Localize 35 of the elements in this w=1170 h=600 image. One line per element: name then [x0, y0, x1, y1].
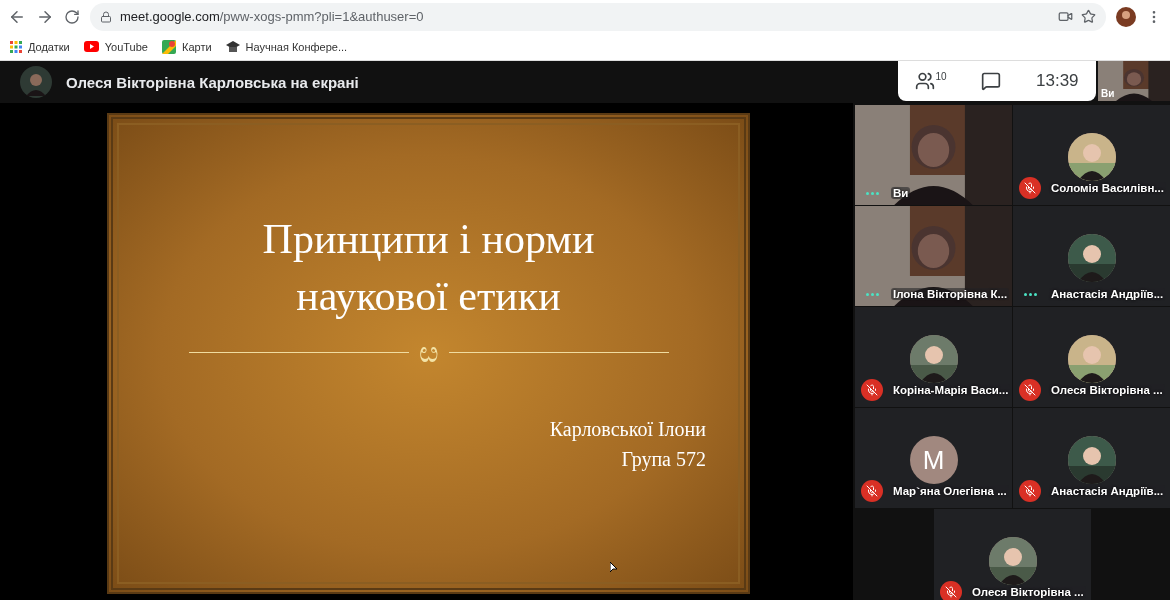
map-pin-icon	[162, 39, 176, 54]
camera-icon[interactable]	[1058, 9, 1073, 24]
ornament: ೞ	[418, 334, 439, 371]
slide-author: Карловської Ілони Група 572	[549, 417, 706, 473]
chat-icon[interactable]	[981, 71, 1002, 91]
address-bar[interactable]: meet.google.com/pww-xogs-pmm?pli=1&authuser=0	[90, 2, 1106, 31]
bookmark-link[interactable]: Научная Конфере...	[225, 39, 348, 54]
bookmark-link[interactable]: YouTube	[83, 40, 148, 53]
url-text: meet.google.com/pww-xogs-pmm?pli=1&authuser=0	[120, 9, 424, 24]
avatar-letter: M	[909, 436, 958, 484]
profile-avatar-icon[interactable]	[1116, 6, 1136, 27]
presenter-avatar-icon	[20, 66, 52, 98]
lock-icon	[100, 10, 112, 23]
participant-tile[interactable]: Ілона Вікторівна К...	[855, 206, 1012, 306]
self-name: Ви	[1101, 88, 1115, 99]
presenter-title: Олеся Вікторівна Карловська на екрані	[66, 73, 359, 91]
bookmark-link[interactable]: Додатки	[10, 40, 70, 53]
participant-tile[interactable]: Анастасія Андріїв...	[1013, 206, 1170, 306]
play-logo-icon	[83, 41, 99, 52]
clock-time: 13:39	[1036, 71, 1079, 91]
participant-tile[interactable]: Олеся Вікторівна ...	[1013, 307, 1170, 407]
participant-tile[interactable]: Анастасія Андріїв...	[1013, 408, 1170, 508]
participant-tile[interactable]: Олеся Вікторівна ...	[934, 509, 1091, 600]
participant-tile[interactable]: Коріна-Марія Васи...	[855, 307, 1012, 407]
bookmark-link[interactable]: Карти	[162, 39, 212, 54]
cursor-icon	[610, 562, 618, 573]
slide-title: Принципи і норми наукової етики	[262, 215, 595, 321]
reload-icon[interactable]	[64, 8, 80, 25]
graduation-cap-icon	[225, 39, 240, 54]
star-icon[interactable]	[1081, 9, 1096, 24]
participant-tile[interactable]: Соломія Василівн...	[1013, 105, 1170, 205]
people-button[interactable]: 10	[915, 71, 947, 91]
participant-tile[interactable]: Ви	[855, 105, 1012, 205]
participant-tile[interactable]: M Мар`яна Олегівна ...	[855, 408, 1012, 508]
apps-grid-icon	[10, 40, 22, 53]
